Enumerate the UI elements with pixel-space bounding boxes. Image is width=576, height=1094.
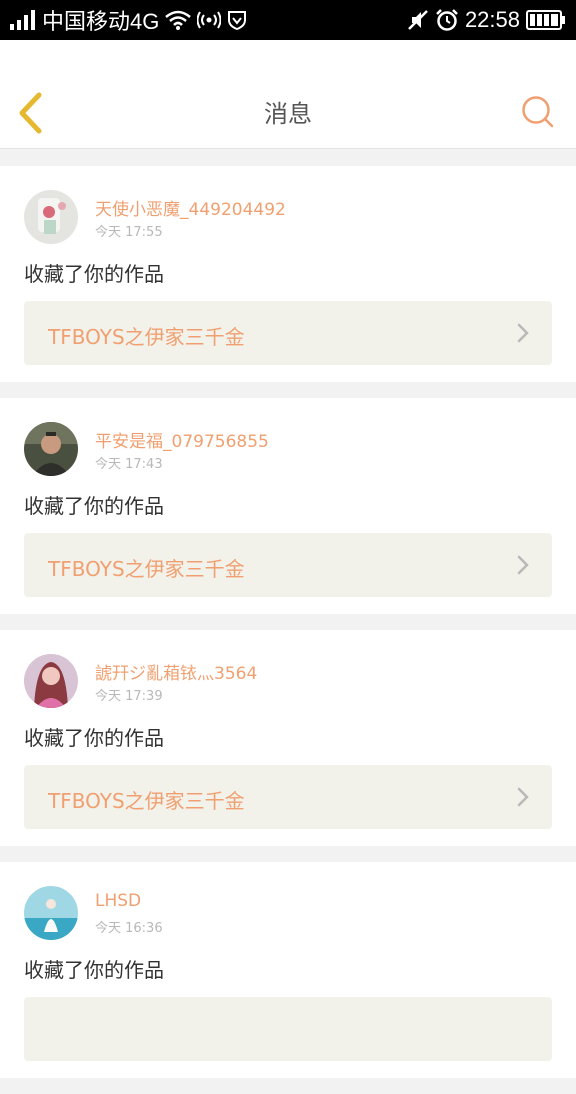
search-icon	[522, 96, 554, 128]
action-text: 收藏了你的作品	[24, 262, 164, 286]
work-title: TFBOYS之伊家三千金	[48, 789, 245, 813]
user-name[interactable]: 天使小恶魔_449204492	[95, 195, 286, 220]
work-link[interactable]: TFBOYS之伊家三千金	[24, 765, 552, 829]
message-item: 天使小恶魔_449204492 今天 17:55 收藏了你的作品 TFBOYS之…	[0, 166, 576, 382]
hotspot-icon	[197, 10, 222, 30]
timestamp: 今天 16:36	[95, 921, 163, 936]
timestamp: 今天 17:55	[95, 225, 163, 240]
chevron-right-icon	[517, 323, 529, 343]
alarm-icon	[435, 8, 459, 32]
chevron-right-icon	[517, 555, 529, 575]
mute-icon	[407, 9, 429, 31]
action-text: 收藏了你的作品	[24, 494, 164, 518]
status-right: 22:58	[407, 7, 566, 33]
work-title: TFBOYS之伊家三千金	[48, 557, 245, 581]
search-button[interactable]	[520, 94, 556, 130]
carrier-label: 中国移动4G	[42, 9, 160, 34]
avatar[interactable]	[24, 654, 78, 708]
page-title: 消息	[264, 100, 312, 128]
message-item: LHSD 今天 16:36 收藏了你的作品	[0, 862, 576, 1078]
user-name[interactable]: 諕幵ジ亂葙铱灬3564	[95, 659, 257, 684]
status-bar: 中国移动4G 22:58	[0, 0, 576, 40]
vpn-shield-icon	[227, 10, 247, 30]
action-text: 收藏了你的作品	[24, 958, 164, 982]
work-link[interactable]: TFBOYS之伊家三千金	[24, 533, 552, 597]
clock: 22:58	[464, 7, 520, 32]
user-name[interactable]: 平安是福_079756855	[95, 427, 269, 452]
timestamp: 今天 17:43	[95, 457, 163, 472]
work-title: TFBOYS之伊家三千金	[48, 325, 245, 349]
action-text: 收藏了你的作品	[24, 726, 164, 750]
timestamp: 今天 17:39	[95, 689, 163, 704]
user-name[interactable]: LHSD	[95, 891, 141, 911]
message-list: 天使小恶魔_449204492 今天 17:55 收藏了你的作品 TFBOYS之…	[0, 166, 576, 1094]
avatar[interactable]	[24, 190, 78, 244]
status-left: 中国移动4G	[10, 4, 247, 36]
message-item: 平安是福_079756855 今天 17:43 收藏了你的作品 TFBOYS之伊…	[0, 398, 576, 614]
message-item: 諕幵ジ亂葙铱灬3564 今天 17:39 收藏了你的作品 TFBOYS之伊家三千…	[0, 630, 576, 846]
avatar[interactable]	[24, 886, 78, 940]
work-link[interactable]: TFBOYS之伊家三千金	[24, 301, 552, 365]
signal-icon	[10, 10, 36, 30]
chevron-right-icon	[517, 787, 529, 807]
avatar[interactable]	[24, 422, 78, 476]
navigation-bar: 消息	[0, 40, 576, 149]
work-link[interactable]	[24, 997, 552, 1061]
wifi-icon	[165, 10, 192, 30]
battery-icon	[526, 10, 566, 30]
